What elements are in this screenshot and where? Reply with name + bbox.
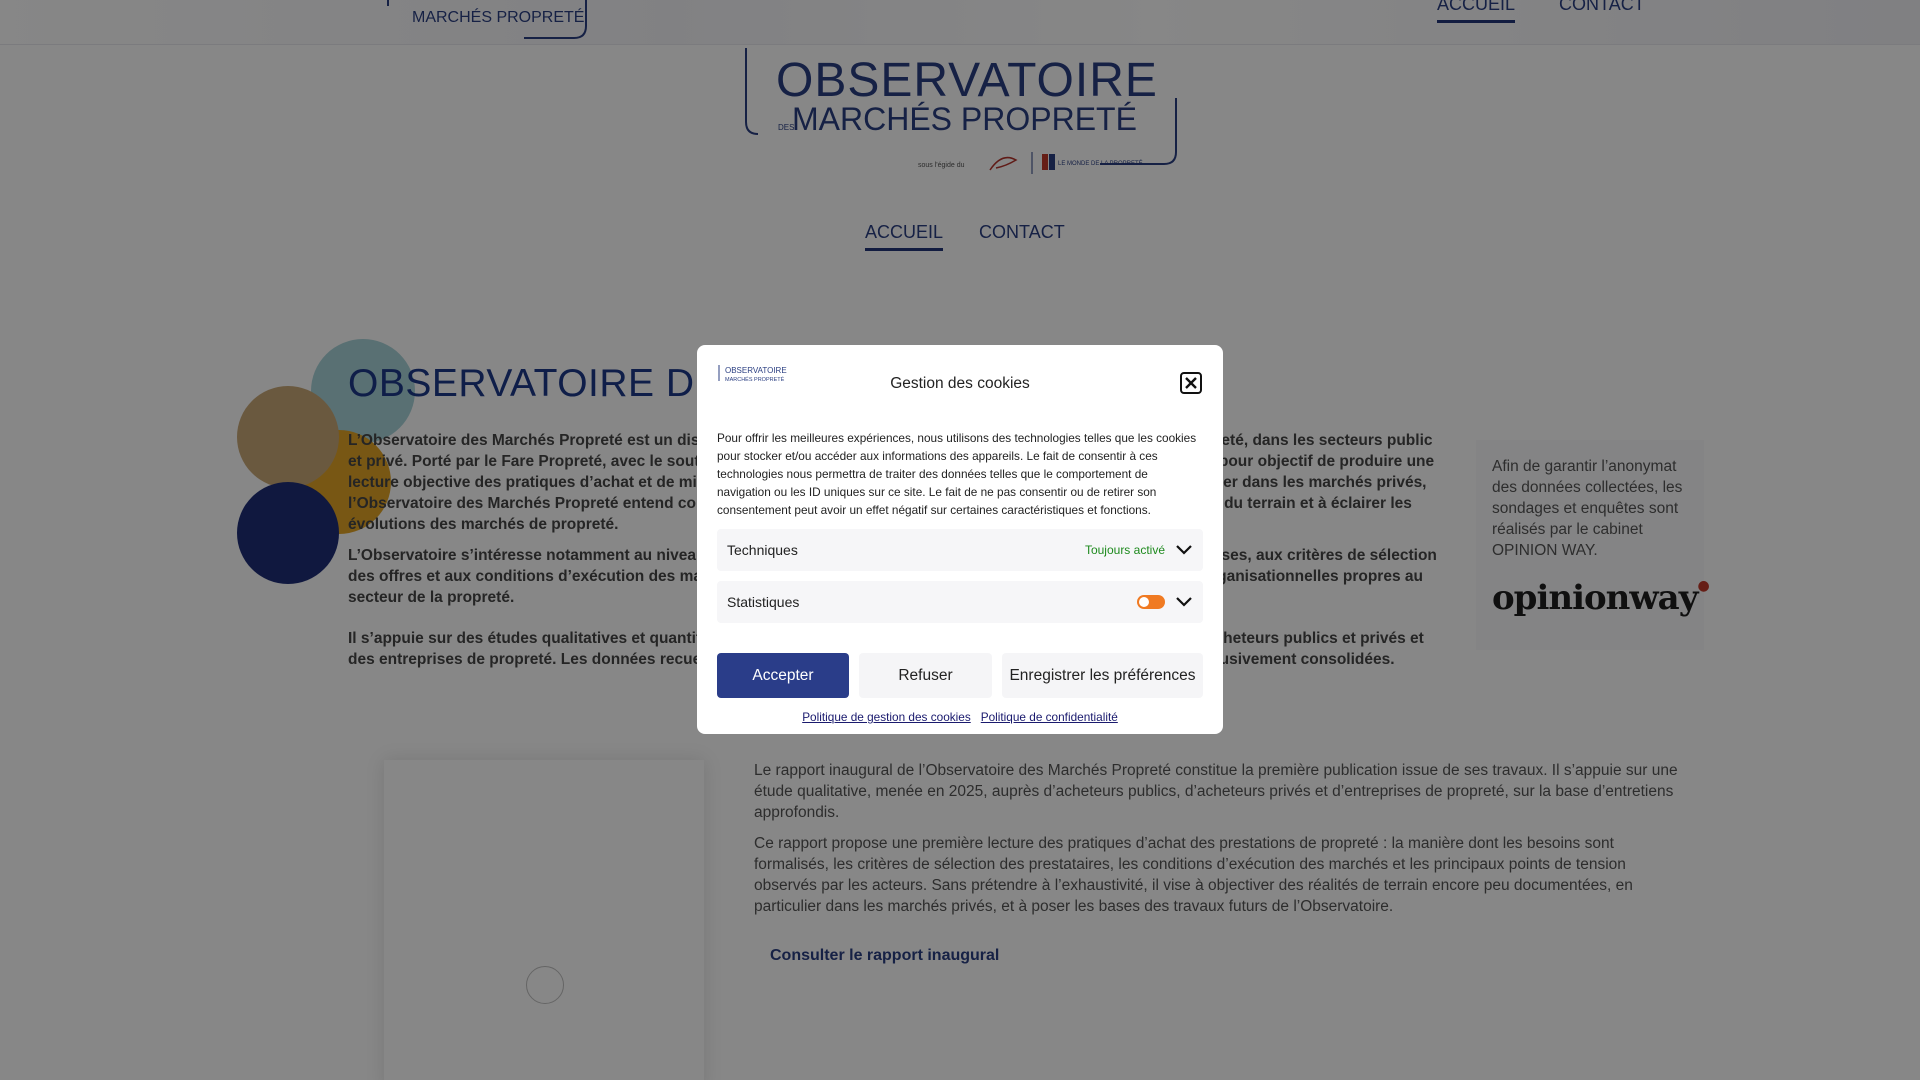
cookie-category-statistiques[interactable]: Statistiques	[717, 581, 1203, 623]
privacy-policy-link[interactable]: Politique de confidentialité	[981, 710, 1118, 724]
cookie-dialog-buttons: Accepter Refuser Enregistrer les préfére…	[717, 653, 1203, 698]
statistiques-toggle[interactable]	[1137, 595, 1165, 609]
cookie-dialog-links: Politique de gestion des cookies Politiq…	[717, 710, 1203, 724]
cookie-dialog-title: Gestion des cookies	[890, 375, 1030, 392]
refuse-button[interactable]: Refuser	[859, 653, 992, 698]
category-label-techniques: Techniques	[727, 542, 798, 558]
cookie-dialog: OBSERVATOIRE MARCHÉS PROPRETÉ Gestion de…	[697, 345, 1223, 734]
chevron-down-icon[interactable]	[1175, 544, 1193, 556]
cookie-dialog-header: OBSERVATOIRE MARCHÉS PROPRETÉ Gestion de…	[717, 345, 1203, 417]
cookie-logo-line1: OBSERVATOIRE	[725, 366, 787, 375]
cookie-dialog-body: Pour offrir les meilleures expériences, …	[717, 431, 1197, 517]
category-statistiques-controls	[1137, 595, 1193, 609]
accept-button[interactable]: Accepter	[717, 653, 849, 698]
category-label-statistiques: Statistiques	[727, 594, 800, 610]
close-icon[interactable]	[1179, 371, 1203, 395]
always-active-status: Toujours activé	[1084, 543, 1165, 557]
cookie-category-techniques[interactable]: Techniques Toujours activé	[717, 529, 1203, 571]
save-preferences-button[interactable]: Enregistrer les préférences	[1002, 653, 1203, 698]
chevron-down-icon[interactable]	[1175, 596, 1193, 608]
category-techniques-controls: Toujours activé	[1085, 543, 1193, 557]
cookie-policy-link[interactable]: Politique de gestion des cookies	[802, 710, 971, 724]
